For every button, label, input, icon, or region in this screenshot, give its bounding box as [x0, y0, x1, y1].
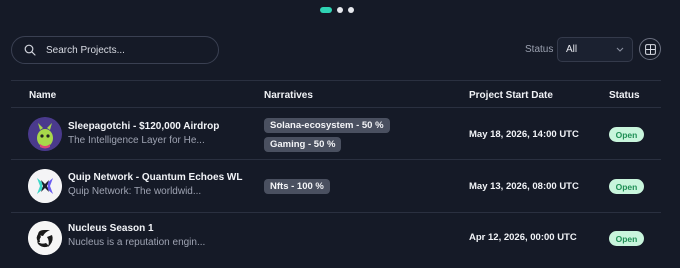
table-row[interactable]: Quip Network - Quantum Echoes WL Quip Ne… — [11, 161, 661, 213]
narrative-tag: Gaming - 50 % — [264, 137, 342, 152]
project-start-date: May 18, 2026, 14:00 UTC — [469, 129, 579, 140]
search-box[interactable] — [11, 36, 219, 64]
project-description: The Intelligence Layer for He... — [68, 135, 205, 146]
search-icon — [24, 44, 36, 56]
pagination-dot[interactable] — [337, 7, 343, 13]
project-avatar — [28, 117, 62, 151]
narrative-tag: Nfts - 100 % — [264, 179, 330, 194]
project-start-date: May 13, 2026, 08:00 UTC — [469, 181, 579, 192]
pagination-dot[interactable] — [348, 7, 354, 13]
view-toggle-button[interactable] — [639, 38, 661, 60]
status-filter-label: Status — [525, 44, 554, 55]
project-name[interactable]: Quip Network - Quantum Echoes WL — [68, 172, 242, 183]
search-input[interactable] — [46, 44, 206, 56]
carousel-pagination — [320, 7, 354, 13]
chevron-down-icon — [616, 45, 624, 54]
grid-view-icon — [644, 43, 656, 55]
status-badge: Open — [609, 179, 644, 194]
project-name[interactable]: Sleepagotchi - $120,000 Airdrop — [68, 121, 219, 132]
column-header-status[interactable]: Status — [609, 90, 640, 101]
project-description: Nucleus is a reputation engin... — [68, 237, 206, 248]
project-start-date: Apr 12, 2026, 00:00 UTC — [469, 232, 577, 243]
status-badge: Open — [609, 127, 644, 142]
status-filter-select[interactable]: All — [557, 37, 633, 62]
column-header-name[interactable]: Name — [29, 90, 56, 101]
narrative-tag: Solana-ecosystem - 50 % — [264, 118, 390, 133]
status-badge: Open — [609, 231, 644, 246]
column-header-narratives[interactable]: Narratives — [264, 90, 313, 101]
table-row[interactable]: Nucleus Season 1 Nucleus is a reputation… — [11, 213, 661, 265]
table-row[interactable]: Sleepagotchi - $120,000 Airdrop The Inte… — [11, 108, 661, 160]
table-top-divider — [11, 80, 661, 81]
project-avatar — [28, 221, 62, 255]
project-name[interactable]: Nucleus Season 1 — [68, 223, 154, 234]
column-header-start-date[interactable]: Project Start Date — [469, 90, 553, 101]
project-description: Quip Network: The worldwid... — [68, 186, 202, 197]
status-filter-value: All — [566, 44, 578, 55]
project-avatar — [28, 169, 62, 203]
pagination-dot-active[interactable] — [320, 7, 332, 13]
